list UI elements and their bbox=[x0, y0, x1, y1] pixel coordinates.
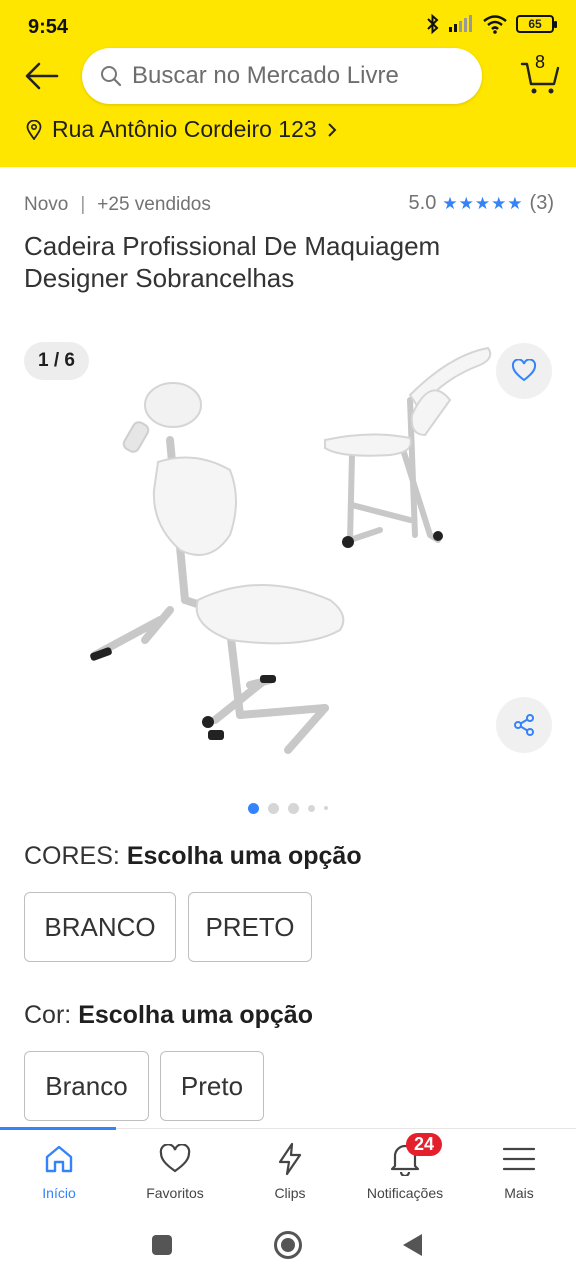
nav-label: Favoritos bbox=[146, 1185, 204, 1201]
variation-label-cores: CORES: Escolha uma opção bbox=[24, 842, 362, 871]
search-icon bbox=[101, 66, 122, 87]
nav-item-inicio[interactable]: Início bbox=[4, 1139, 114, 1201]
favorite-button[interactable] bbox=[496, 343, 552, 399]
nav-label: Início bbox=[42, 1185, 76, 1201]
search-placeholder: Buscar no Mercado Livre bbox=[132, 62, 399, 89]
nav-item-mais[interactable]: Mais bbox=[464, 1139, 574, 1201]
carousel-dot[interactable] bbox=[268, 802, 279, 814]
option-branco-upper[interactable]: BRANCO bbox=[24, 892, 176, 962]
search-input[interactable]: Buscar no Mercado Livre bbox=[82, 48, 482, 104]
meta-divider: | bbox=[80, 194, 86, 215]
system-nav-bar bbox=[0, 1208, 576, 1280]
share-button[interactable] bbox=[496, 697, 552, 753]
bottom-nav: Início Favoritos Clips 24 Notificações M… bbox=[0, 1127, 576, 1208]
product-image[interactable] bbox=[70, 330, 500, 770]
cart-count: 8 bbox=[535, 52, 546, 72]
heart-icon bbox=[511, 359, 537, 382]
lightning-icon bbox=[278, 1142, 302, 1176]
app-header: 9:54 65 Buscar no Mercado Livre 8 Rua An… bbox=[0, 0, 576, 167]
notification-badge: 24 bbox=[406, 1133, 443, 1156]
star-rating-icon: ★★★★★ bbox=[442, 193, 524, 213]
rating-value: 5.0 bbox=[408, 192, 437, 214]
bluetooth-icon bbox=[427, 14, 439, 34]
nav-item-favoritos[interactable]: Favoritos bbox=[120, 1139, 230, 1201]
product-meta: Novo | +25 vendidos 5.0 ★★★★★ (3) bbox=[24, 192, 554, 218]
cart-button[interactable]: 8 bbox=[518, 52, 562, 98]
carousel-dot[interactable] bbox=[248, 802, 259, 814]
recents-icon[interactable] bbox=[151, 1234, 173, 1256]
product-title: Cadeira Profissional De Maquiagem Design… bbox=[24, 231, 441, 293]
sold-count: +25 vendidos bbox=[97, 194, 211, 215]
variation-value: Escolha uma opção bbox=[78, 1001, 313, 1029]
rating-count: (3) bbox=[529, 192, 554, 214]
nav-label: Notificações bbox=[366, 1185, 444, 1201]
status-bar: 9:54 65 bbox=[0, 0, 576, 46]
wifi-icon bbox=[483, 15, 507, 34]
variation-value: Escolha uma opção bbox=[126, 842, 362, 870]
location-pin-icon bbox=[26, 119, 42, 140]
heart-icon bbox=[159, 1144, 191, 1173]
option-preto[interactable]: Preto bbox=[160, 1051, 264, 1121]
delivery-location[interactable]: Rua Antônio Cordeiro 123 bbox=[26, 116, 337, 143]
carousel-dot[interactable] bbox=[324, 806, 328, 810]
carousel-dot[interactable] bbox=[288, 802, 299, 814]
nav-label: Mais bbox=[504, 1185, 534, 1201]
image-counter: 1 / 6 bbox=[24, 342, 89, 380]
variation-label-cor: Cor: Escolha uma opção bbox=[24, 1001, 313, 1030]
option-branco[interactable]: Branco bbox=[24, 1051, 149, 1121]
battery-indicator: 65 bbox=[516, 15, 557, 33]
home-button-icon[interactable] bbox=[273, 1230, 303, 1260]
nav-label: Clips bbox=[274, 1185, 306, 1201]
option-preto-upper[interactable]: PRETO bbox=[188, 892, 312, 962]
status-time: 9:54 bbox=[28, 16, 69, 38]
variation-name: CORES: bbox=[24, 842, 120, 870]
carousel-dot[interactable] bbox=[308, 804, 315, 812]
active-tab-indicator bbox=[0, 1127, 116, 1130]
location-text: Rua Antônio Cordeiro 123 bbox=[52, 116, 317, 142]
product-condition: Novo bbox=[24, 194, 69, 215]
nav-item-clips[interactable]: Clips bbox=[235, 1139, 345, 1201]
share-icon bbox=[514, 714, 534, 736]
signal-icon bbox=[449, 15, 472, 32]
rating[interactable]: 5.0 ★★★★★ (3) bbox=[409, 192, 554, 215]
chevron-right-icon bbox=[327, 122, 337, 137]
product-gallery[interactable]: 1 / 6 bbox=[0, 330, 576, 800]
nav-item-notificacoes[interactable]: 24 Notificações bbox=[350, 1133, 460, 1201]
back-triangle-icon[interactable] bbox=[400, 1232, 424, 1258]
variation-name: Cor: bbox=[24, 1001, 72, 1029]
back-button[interactable] bbox=[22, 56, 62, 96]
arrow-left-icon bbox=[25, 62, 59, 90]
status-icons: 65 bbox=[426, 14, 557, 34]
carousel-dots bbox=[0, 800, 576, 816]
home-icon bbox=[45, 1145, 73, 1173]
menu-icon bbox=[502, 1147, 536, 1171]
